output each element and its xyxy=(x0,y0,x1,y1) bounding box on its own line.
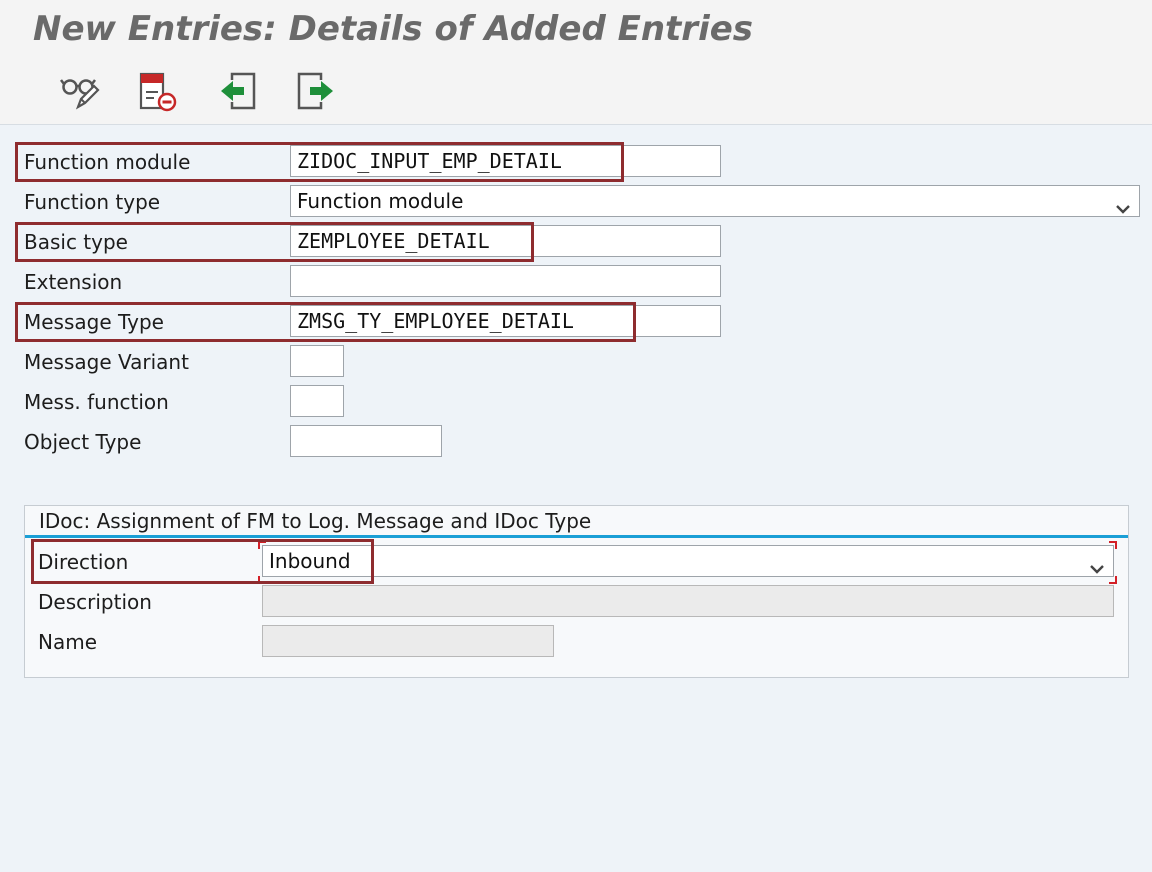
function-module-label: Function module xyxy=(24,150,191,174)
basic-type-field[interactable]: ZEMPLOYEE_DETAIL xyxy=(290,225,721,257)
basic-type-label: Basic type xyxy=(24,230,128,254)
function-type-value: Function module xyxy=(297,189,464,213)
object-type-field[interactable] xyxy=(290,425,442,457)
function-type-dropdown[interactable]: Function module xyxy=(290,185,1140,217)
focus-corner-top xyxy=(1109,541,1117,549)
description-label: Description xyxy=(38,590,152,614)
group-divider xyxy=(25,535,1128,538)
previous-entry-icon xyxy=(218,72,258,116)
function-type-label: Function type xyxy=(24,190,161,214)
object-type-label: Object Type xyxy=(24,430,142,454)
next-entry-icon xyxy=(295,72,335,116)
message-variant-field[interactable] xyxy=(290,345,344,377)
description-field xyxy=(262,585,1114,617)
function-module-field[interactable]: ZIDOC_INPUT_EMP_DETAIL xyxy=(290,145,721,177)
mess-function-label: Mess. function xyxy=(24,390,169,414)
display-change-button[interactable] xyxy=(59,74,101,114)
title-bar: New Entries: Details of Added Entries xyxy=(0,0,1152,65)
chevron-down-icon xyxy=(1115,194,1131,214)
delete-button[interactable] xyxy=(136,72,178,116)
glasses-pencil-icon xyxy=(60,73,100,115)
next-entry-button[interactable] xyxy=(294,72,336,116)
delete-entry-icon xyxy=(137,72,177,116)
previous-entry-button[interactable] xyxy=(217,72,259,116)
direction-label: Direction xyxy=(38,550,129,574)
chevron-down-icon xyxy=(1089,554,1105,574)
page-title: New Entries: Details of Added Entries xyxy=(33,9,754,49)
name-field xyxy=(262,625,554,657)
focus-corner-top-left xyxy=(258,541,266,549)
message-variant-label: Message Variant xyxy=(24,350,189,374)
extension-label: Extension xyxy=(24,270,123,294)
message-type-field[interactable]: ZMSG_TY_EMPLOYEE_DETAIL xyxy=(290,305,721,337)
toolbar xyxy=(0,64,1152,125)
focus-corner-bottom-left xyxy=(258,576,266,584)
extension-field[interactable] xyxy=(290,265,721,297)
message-type-label: Message Type xyxy=(24,310,164,334)
focus-corner-bottom xyxy=(1109,576,1117,584)
mess-function-field[interactable] xyxy=(290,385,344,417)
name-label: Name xyxy=(38,630,98,654)
direction-dropdown[interactable]: Inbound xyxy=(262,545,1114,577)
direction-value: Inbound xyxy=(269,549,351,573)
idoc-group-title: IDoc: Assignment of FM to Log. Message a… xyxy=(39,509,592,533)
